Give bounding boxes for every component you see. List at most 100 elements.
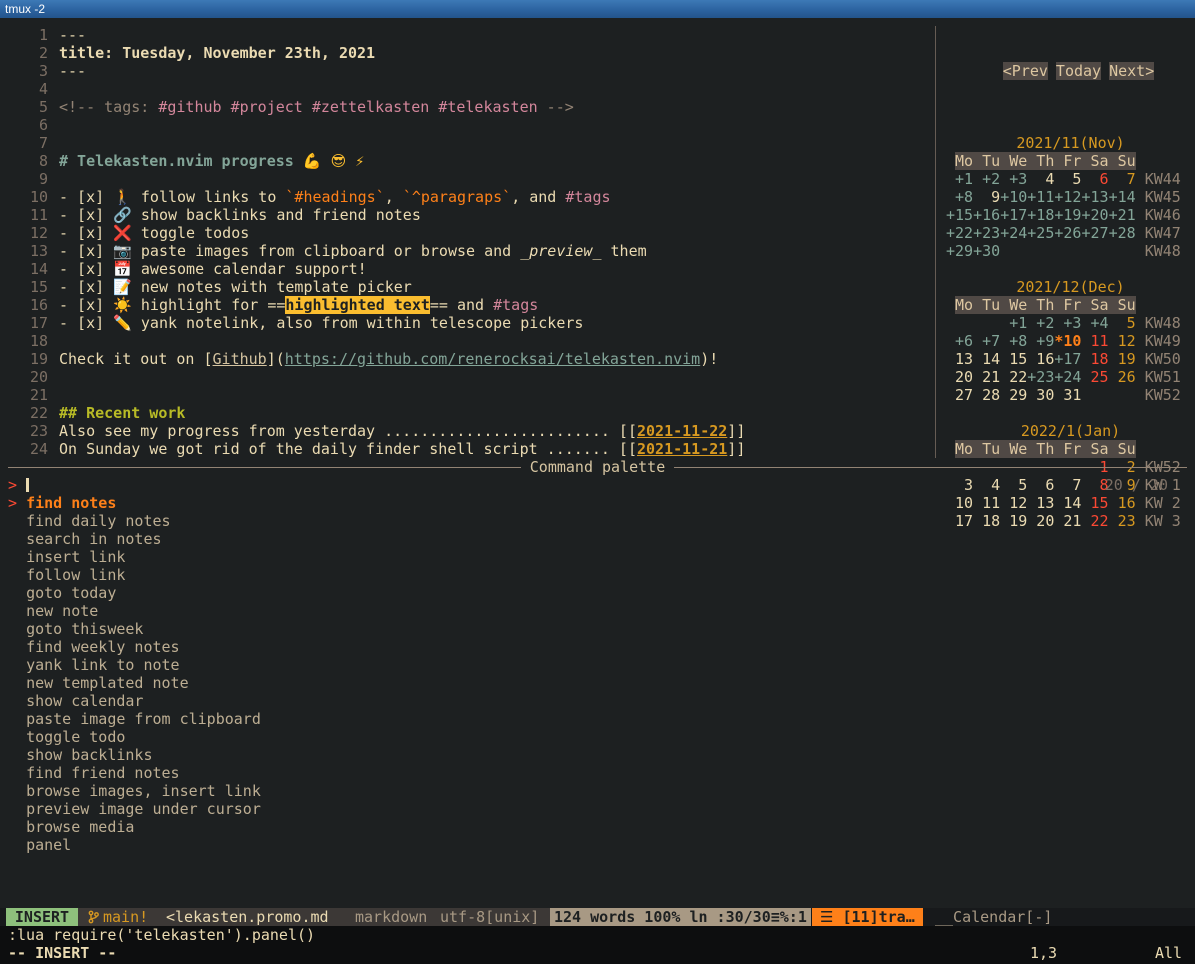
calendar-day[interactable]: +26 (1054, 224, 1081, 242)
palette-item[interactable]: new templated note (0, 674, 1195, 692)
calendar-today-button[interactable]: Today (1056, 62, 1101, 80)
palette-item[interactable]: insert link (0, 548, 1195, 566)
palette-item[interactable]: show backlinks (0, 746, 1195, 764)
calendar-day[interactable]: +1 (946, 170, 973, 188)
calendar-day[interactable]: +7 (973, 332, 1000, 350)
editor-line[interactable]: 1--- (6, 26, 934, 44)
editor-line[interactable]: 17- [x] ✏️ yank notelink, also from with… (6, 314, 934, 332)
calendar-day[interactable]: 21 (973, 368, 1000, 386)
palette-item[interactable]: browse media (0, 818, 1195, 836)
calendar-day[interactable]: +27 (1081, 224, 1108, 242)
editor-line[interactable]: 13- [x] 📷 paste images from clipboard or… (6, 242, 934, 260)
palette-item[interactable]: preview image under cursor (0, 800, 1195, 818)
calendar-next-button[interactable]: Next> (1109, 62, 1154, 80)
calendar-day[interactable]: 29 (1000, 386, 1027, 404)
palette-item[interactable]: search in notes (0, 530, 1195, 548)
window-separator[interactable] (935, 26, 936, 458)
calendar-day[interactable]: 30 (1027, 386, 1054, 404)
palette-item[interactable]: show calendar (0, 692, 1195, 710)
editor-line[interactable]: 11- [x] 🔗 show backlinks and friend note… (6, 206, 934, 224)
calendar-day[interactable]: +2 (973, 170, 1000, 188)
calendar-day[interactable]: +10 (1000, 188, 1027, 206)
calendar-day[interactable]: 28 (973, 386, 1000, 404)
calendar-day[interactable]: 22 (1000, 368, 1027, 386)
buffer-tabs-badge[interactable]: ☰ [11]tra… (812, 908, 923, 926)
calendar-day[interactable]: 13 (946, 350, 973, 368)
editor-line[interactable]: 6 (6, 116, 934, 134)
calendar-day[interactable]: +18 (1027, 206, 1054, 224)
editor-line[interactable]: 8# Telekasten.nvim progress 💪 😎 ⚡ (6, 152, 934, 170)
editor-line[interactable]: 24On Sunday we got rid of the daily find… (6, 440, 934, 458)
calendar-day[interactable]: +19 (1054, 206, 1081, 224)
calendar-day[interactable]: +6 (946, 332, 973, 350)
editor-line[interactable]: 23Also see my progress from yesterday ..… (6, 422, 934, 440)
calendar-day[interactable]: *10 (1054, 332, 1081, 350)
command-line[interactable]: :lua require('telekasten').panel() (0, 926, 1195, 944)
calendar-day[interactable]: +17 (1054, 350, 1081, 368)
calendar-day[interactable]: +24 (1054, 368, 1081, 386)
palette-item[interactable]: toggle todo (0, 728, 1195, 746)
git-branch[interactable]: main! (88, 908, 148, 926)
editor-line[interactable]: 4 (6, 80, 934, 98)
calendar-day[interactable]: +21 (1109, 206, 1136, 224)
palette-item[interactable]: goto thisweek (0, 620, 1195, 638)
calendar-day[interactable]: 18 (1081, 350, 1108, 368)
calendar-day[interactable]: 4 (1027, 170, 1054, 188)
editor-line[interactable]: 18 (6, 332, 934, 350)
palette-item[interactable]: paste image from clipboard (0, 710, 1195, 728)
calendar-day[interactable]: 14 (973, 350, 1000, 368)
calendar-day[interactable]: 16 (1027, 350, 1054, 368)
palette-item[interactable]: goto today (0, 584, 1195, 602)
calendar-day[interactable]: +25 (1027, 224, 1054, 242)
editor-line[interactable]: 21 (6, 386, 934, 404)
calendar-day[interactable]: +23 (973, 224, 1000, 242)
calendar-day[interactable]: 9 (973, 188, 1000, 206)
calendar-day[interactable]: +28 (1109, 224, 1136, 242)
calendar-day[interactable]: +4 (1081, 314, 1108, 332)
calendar-day[interactable]: 15 (1000, 350, 1027, 368)
calendar-day[interactable]: 7 (1109, 170, 1136, 188)
editor-line[interactable]: 19Check it out on [Github](https://githu… (6, 350, 934, 368)
calendar-day[interactable]: +14 (1109, 188, 1136, 206)
palette-item[interactable]: panel (0, 836, 1195, 854)
calendar-day[interactable]: +13 (1081, 188, 1108, 206)
calendar-day[interactable]: 11 (1081, 332, 1108, 350)
editor-line[interactable]: 15- [x] 📝 new notes with template picker (6, 278, 934, 296)
calendar-day[interactable]: 31 (1054, 386, 1081, 404)
editor-buffer[interactable]: 1---2title: Tuesday, November 23th, 2021… (6, 26, 934, 458)
palette-item[interactable]: browse images, insert link (0, 782, 1195, 800)
palette-item[interactable]: yank link to note (0, 656, 1195, 674)
calendar-day[interactable]: 25 (1081, 368, 1108, 386)
calendar-day[interactable]: +12 (1054, 188, 1081, 206)
calendar-day[interactable]: +8 (946, 188, 973, 206)
calendar-day[interactable]: 5 (1109, 314, 1136, 332)
calendar-prev-button[interactable]: <Prev (1003, 62, 1048, 80)
editor-line[interactable]: 20 (6, 368, 934, 386)
calendar-day[interactable]: 6 (1081, 170, 1108, 188)
window-titlebar[interactable]: tmux -2 (0, 0, 1195, 18)
calendar-day[interactable]: +3 (1000, 170, 1027, 188)
calendar-day[interactable]: +17 (1000, 206, 1027, 224)
calendar-day[interactable]: +2 (1027, 314, 1054, 332)
editor-line[interactable]: 9 (6, 170, 934, 188)
palette-item[interactable]: find weekly notes (0, 638, 1195, 656)
calendar-day[interactable]: +16 (973, 206, 1000, 224)
calendar-day[interactable]: 19 (1109, 350, 1136, 368)
palette-item[interactable]: find friend notes (0, 764, 1195, 782)
editor-line[interactable]: 12- [x] ❌ toggle todos (6, 224, 934, 242)
calendar-day[interactable]: 5 (1054, 170, 1081, 188)
calendar-day[interactable]: 27 (946, 386, 973, 404)
calendar-day[interactable]: +29 (946, 242, 973, 260)
calendar-day[interactable]: +30 (973, 242, 1000, 260)
palette-item[interactable]: follow link (0, 566, 1195, 584)
editor-line[interactable]: 10- [x] 🚶 follow links to `#headings`, `… (6, 188, 934, 206)
editor-line[interactable]: 22## Recent work (6, 404, 934, 422)
calendar-day[interactable]: +1 (1000, 314, 1027, 332)
calendar-day[interactable]: +15 (946, 206, 973, 224)
calendar-day[interactable]: +11 (1027, 188, 1054, 206)
calendar-day[interactable]: +23 (1027, 368, 1054, 386)
palette-item[interactable]: find daily notes (0, 512, 1195, 530)
palette-item[interactable]: > find notes (0, 494, 1195, 512)
calendar-day[interactable]: 26 (1109, 368, 1136, 386)
calendar-day[interactable]: +22 (946, 224, 973, 242)
